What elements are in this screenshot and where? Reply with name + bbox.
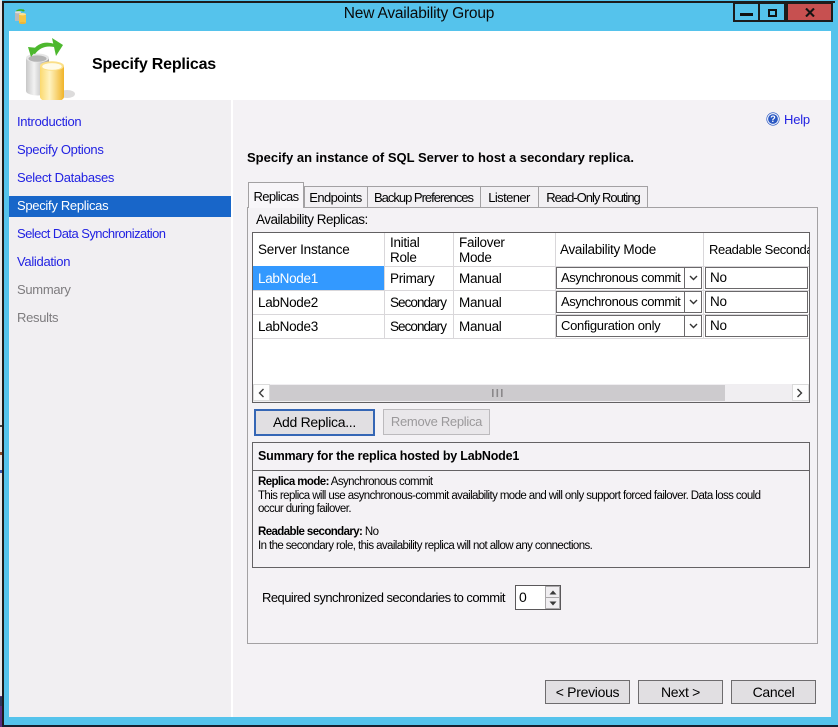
svg-text:?: ? <box>770 114 776 124</box>
